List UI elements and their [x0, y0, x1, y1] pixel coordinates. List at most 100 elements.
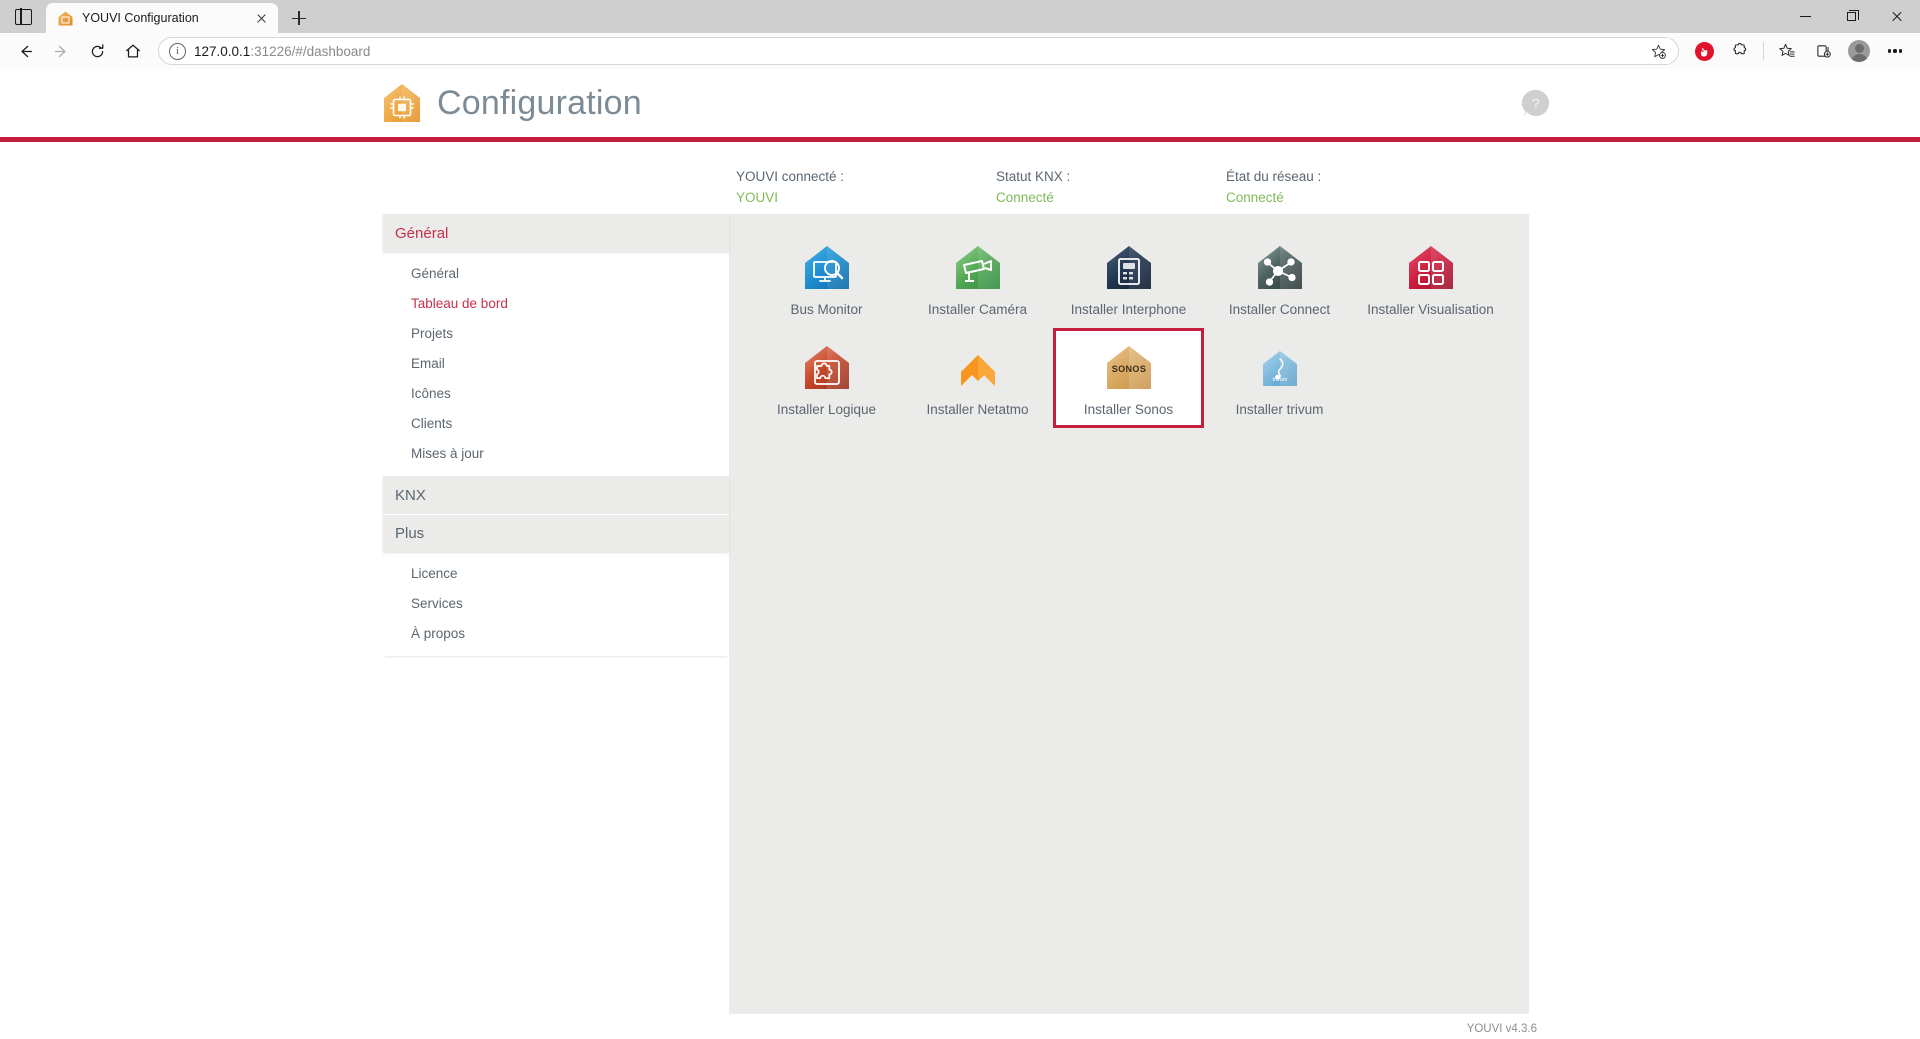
new-tab-button[interactable] — [284, 3, 314, 33]
sidebar-item-mises-a-jour[interactable]: Mises à jour — [383, 438, 729, 468]
status-label: État du réseau : — [1226, 169, 1322, 184]
tile-installer-sonos[interactable]: SONOS Installer Sonos — [1053, 328, 1204, 428]
tile-installer-logique[interactable]: Installer Logique — [751, 328, 902, 428]
minimize-button[interactable] — [1782, 0, 1828, 33]
app-version: YOUVI v4.3.6 — [1466, 1023, 1537, 1035]
sidebar-group-general[interactable]: Général — [383, 214, 729, 252]
tile-installer-visualisation[interactable]: Installer Visualisation — [1355, 228, 1506, 328]
bus-monitor-icon — [799, 241, 855, 297]
sidebar-item-label: Email — [411, 355, 445, 371]
address-bar-url: 127.0.0.1:31226/#/dashboard — [194, 44, 1636, 59]
url-host: 127.0.0.1 — [194, 43, 251, 59]
sidebar-item-services[interactable]: Services — [383, 588, 729, 618]
tile-label: Installer Visualisation — [1367, 302, 1494, 317]
sidebar-item-licence[interactable]: Licence — [383, 558, 729, 588]
sidebar-group-label: Général — [395, 224, 449, 242]
sonos-icon: SONOS — [1101, 341, 1157, 397]
reload-button[interactable] — [80, 36, 114, 66]
sidebar: Général Général Tableau de bord Projets — [383, 214, 729, 1014]
tiles-grid: Bus Monitor Installer Caméra Installer I… — [729, 214, 1529, 1014]
tile-installer-trivum[interactable]: trivum Installer trivum — [1204, 328, 1355, 428]
url-path: :31226/#/dashboard — [250, 43, 371, 59]
sidebar-item-label: Services — [411, 595, 463, 611]
tile-bus-monitor[interactable]: Bus Monitor — [751, 228, 902, 328]
favorites-button[interactable] — [1770, 36, 1804, 66]
sidebar-group-label: KNX — [395, 486, 426, 504]
forward-button[interactable] — [44, 36, 78, 66]
sidebar-item-icones[interactable]: Icônes — [383, 378, 729, 408]
sidebar-item-label: Projets — [411, 325, 454, 341]
app-header: Configuration ? — [0, 69, 1920, 137]
tile-label: Installer Netatmo — [926, 402, 1029, 417]
tile-label: Bus Monitor — [790, 302, 863, 317]
forward-arrow-icon — [54, 45, 66, 57]
camera-icon — [950, 241, 1006, 297]
extensions-button[interactable] — [1723, 36, 1757, 66]
sidebar-item-label: Icônes — [411, 385, 451, 401]
page-content: Configuration ? YOUVI connecté : YOUVI S… — [0, 69, 1920, 1039]
window-controls — [1782, 0, 1920, 33]
browser-toolbar: 127.0.0.1:31226/#/dashboard — [0, 33, 1920, 69]
sidebar-item-clients[interactable]: Clients — [383, 408, 729, 438]
browser-window: YOUVI Configuration i 127.0.0.1:31226/#/… — [0, 0, 1920, 1039]
home-icon — [126, 44, 140, 58]
visualisation-grid-icon — [1403, 241, 1459, 297]
status-item-knx: Statut KNX : Connecté — [996, 166, 1226, 214]
tile-label: Installer trivum — [1235, 402, 1324, 417]
profile-avatar-icon — [1848, 40, 1870, 62]
tile-label: Installer Caméra — [927, 302, 1028, 317]
status-label: Statut KNX : — [996, 169, 1071, 184]
tile-label: Installer Sonos — [1083, 402, 1174, 417]
tile-label: Installer Interphone — [1070, 302, 1187, 317]
settings-more-button[interactable] — [1878, 36, 1912, 66]
sidebar-item-tableau-de-bord[interactable]: Tableau de bord — [383, 288, 729, 318]
adblock-button[interactable] — [1687, 36, 1721, 66]
page-body: YOUVI connecté : YOUVI Statut KNX : Conn… — [0, 142, 1920, 1039]
sidebar-group-knx[interactable]: KNX — [383, 476, 729, 514]
tab-close-icon[interactable] — [250, 7, 272, 29]
connect-network-icon — [1252, 241, 1308, 297]
sidebar-items-plus: Licence Services À propos — [383, 552, 729, 656]
status-item-network: État du réseau : Connecté — [1226, 166, 1456, 214]
sidebar-group-label: Plus — [395, 525, 425, 542]
status-value: Connecté — [996, 190, 1054, 205]
home-button[interactable] — [116, 36, 150, 66]
status-value: Connecté — [1226, 190, 1284, 205]
youvi-house-chip-icon — [380, 81, 424, 125]
tile-label: Installer Logique — [776, 402, 877, 417]
tile-label: Installer Connect — [1228, 302, 1331, 317]
toolbar-divider — [1763, 42, 1764, 60]
browser-titlebar: YOUVI Configuration — [0, 0, 1920, 33]
extensions-puzzle-icon — [1733, 42, 1747, 55]
restore-button[interactable] — [1828, 0, 1874, 33]
tab-title: YOUVI Configuration — [82, 11, 199, 25]
tile-installer-camera[interactable]: Installer Caméra — [902, 228, 1053, 328]
adblock-icon — [1694, 41, 1714, 61]
status-label: YOUVI connecté : — [736, 169, 845, 184]
sidebar-item-email[interactable]: Email — [383, 348, 729, 378]
sidebar-item-label: Général — [411, 265, 460, 281]
tile-installer-netatmo[interactable]: Installer Netatmo — [902, 328, 1053, 428]
restore-icon — [1846, 9, 1860, 21]
help-question-bubble-icon[interactable]: ? — [1519, 86, 1553, 120]
profile-button[interactable] — [1842, 36, 1876, 66]
back-button[interactable] — [8, 36, 42, 66]
sidebar-item-a-propos[interactable]: À propos — [383, 618, 729, 648]
tile-installer-interphone[interactable]: Installer Interphone — [1053, 228, 1204, 328]
site-info-icon[interactable] — [169, 42, 186, 60]
sidebar-item-general[interactable]: Général — [383, 258, 729, 288]
svg-text:SONOS: SONOS — [1111, 364, 1146, 374]
tab-actions-button[interactable] — [0, 0, 46, 33]
add-favorite-star-icon[interactable] — [1644, 38, 1672, 64]
close-button[interactable] — [1874, 0, 1920, 33]
address-bar[interactable]: 127.0.0.1:31226/#/dashboard — [158, 37, 1679, 65]
collections-button[interactable] — [1806, 36, 1840, 66]
sidebar-group-plus[interactable]: Plus — [383, 514, 729, 552]
tile-installer-connect[interactable]: Installer Connect — [1204, 228, 1355, 328]
browser-tab[interactable]: YOUVI Configuration — [46, 3, 278, 33]
sidebar-item-projets[interactable]: Projets — [383, 318, 729, 348]
sidebar-items-general: Général Tableau de bord Projets Email Ic… — [383, 252, 729, 476]
status-item-youvi: YOUVI connecté : YOUVI — [736, 166, 996, 214]
reload-icon — [91, 43, 103, 57]
trivum-icon: trivum — [1252, 341, 1308, 397]
